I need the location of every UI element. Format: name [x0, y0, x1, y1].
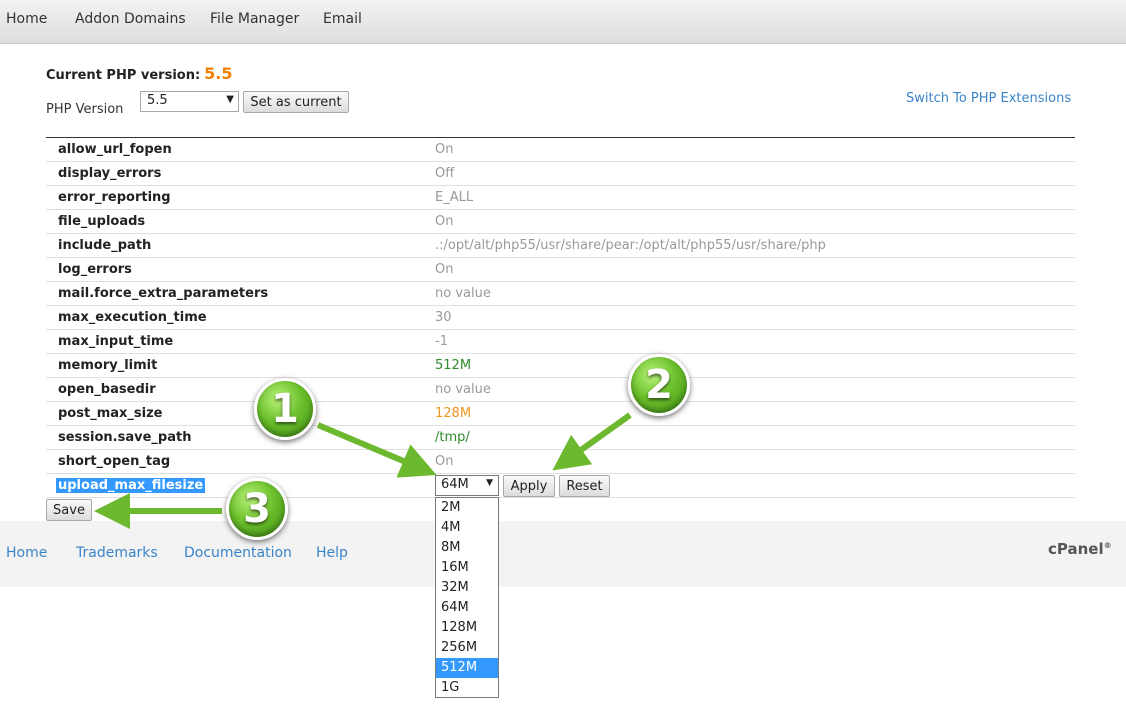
option-row: open_basedir no value — [46, 378, 1075, 402]
dropdown-option-4m[interactable]: 4M — [436, 518, 498, 538]
option-row: max_input_time -1 — [46, 330, 1075, 354]
option-name: include_path — [58, 238, 152, 253]
dropdown-arrow-icon: ▼ — [226, 94, 234, 105]
option-value[interactable]: -1 — [435, 334, 448, 349]
option-row: display_errors Off — [46, 162, 1075, 186]
php-version-label: PHP Version — [46, 102, 124, 117]
callout-number: 1 — [271, 386, 299, 432]
option-row: max_execution_time 30 — [46, 306, 1075, 330]
save-button[interactable]: Save — [46, 499, 92, 521]
dropdown-option-128m[interactable]: 128M — [436, 618, 498, 638]
option-value[interactable]: 128M — [435, 406, 471, 421]
option-row: log_errors On — [46, 258, 1075, 282]
dropdown-option-64m[interactable]: 64M — [436, 598, 498, 618]
footer-trademarks-link[interactable]: Trademarks — [76, 545, 158, 561]
option-name: display_errors — [58, 166, 162, 181]
registered-mark: ® — [1103, 541, 1112, 550]
option-name: memory_limit — [58, 358, 158, 373]
php-options-table: allow_url_fopen On display_errors Off erro… — [46, 137, 1075, 498]
option-name: max_execution_time — [58, 310, 207, 325]
option-value[interactable]: Off — [435, 166, 454, 181]
switch-to-php-extensions-link[interactable]: Switch To PHP Extensions — [906, 91, 1071, 106]
callout-badge-1: 1 — [254, 378, 316, 440]
option-value[interactable]: no value — [435, 286, 491, 301]
dropdown-arrow-icon: ▼ — [486, 478, 493, 488]
apply-button[interactable]: Apply — [503, 475, 555, 497]
option-row: error_reporting E_ALL — [46, 186, 1075, 210]
upload-max-filesize-select[interactable]: 64M ▼ — [435, 475, 499, 496]
footer: Home Trademarks Documentation Help cPane… — [0, 521, 1126, 587]
callout-badge-3: 3 — [226, 478, 288, 540]
option-name: open_basedir — [58, 382, 156, 397]
option-row: memory_limit 512M — [46, 354, 1075, 378]
dropdown-option-512m[interactable]: 512M — [436, 658, 498, 678]
set-as-current-button[interactable]: Set as current — [243, 91, 349, 113]
footer-help-link[interactable]: Help — [316, 545, 348, 561]
php-version-select-value: 5.5 — [147, 93, 168, 108]
option-value[interactable]: E_ALL — [435, 190, 473, 205]
option-row: short_open_tag On — [46, 450, 1075, 474]
callout-number: 3 — [243, 486, 271, 532]
option-value[interactable]: 30 — [435, 310, 452, 325]
option-name: max_input_time — [58, 334, 174, 349]
php-version-select[interactable]: 5.5 ▼ — [140, 91, 239, 112]
dropdown-option-256m[interactable]: 256M — [436, 638, 498, 658]
option-row: allow_url_fopen On — [46, 138, 1075, 162]
option-name: mail.force_extra_parameters — [58, 286, 269, 301]
upload-max-filesize-name: upload_max_filesize — [56, 478, 206, 493]
option-value[interactable]: On — [435, 454, 453, 469]
nav-email[interactable]: Email — [323, 11, 362, 27]
option-row: mail.force_extra_parameters no value — [46, 282, 1075, 306]
option-name: log_errors — [58, 262, 132, 277]
option-row: post_max_size 128M — [46, 402, 1075, 426]
option-value[interactable]: 512M — [435, 358, 471, 373]
dropdown-option-8m[interactable]: 8M — [436, 538, 498, 558]
current-version-label: Current PHP version: — [46, 68, 201, 83]
option-row: session.save_path/tmp/ — [46, 426, 1075, 450]
reset-button[interactable]: Reset — [559, 475, 610, 497]
callout-badge-2: 2 — [628, 354, 690, 416]
current-php-version: Current PHP version: 5.5 — [46, 64, 233, 83]
option-name: short_open_tag — [58, 454, 171, 469]
option-name: file_uploads — [58, 214, 146, 229]
upload-select-value: 64M — [441, 477, 469, 492]
upload-size-dropdown-list: 2M 4M 8M 16M 32M 64M 128M 256M 512M 1G — [435, 497, 499, 698]
nav-home[interactable]: Home — [6, 11, 47, 27]
dropdown-option-16m[interactable]: 16M — [436, 558, 498, 578]
cpanel-logo-text: cPanel — [1048, 540, 1104, 558]
option-value[interactable]: no value — [435, 382, 491, 397]
nav-file-manager[interactable]: File Manager — [210, 11, 299, 27]
option-value[interactable]: .:/opt/alt/php55/usr/share/pear:/opt/alt… — [435, 238, 826, 253]
option-value[interactable]: On — [435, 142, 453, 157]
option-name: allow_url_fopen — [58, 142, 172, 157]
option-value[interactable]: On — [435, 214, 453, 229]
dropdown-option-1g[interactable]: 1G — [436, 678, 498, 698]
option-row: include_path .:/opt/alt/php55/usr/share/p… — [46, 234, 1075, 258]
option-value[interactable]: /tmp/ — [435, 430, 470, 445]
option-value[interactable]: On — [435, 262, 453, 277]
current-version-value: 5.5 — [204, 64, 233, 83]
dropdown-option-2m[interactable]: 2M — [436, 498, 498, 518]
option-name: post_max_size — [58, 406, 163, 421]
cpanel-logo: cPanel® — [1048, 540, 1112, 558]
top-nav: Home Addon Domains File Manager Email — [0, 0, 1126, 44]
option-row: file_uploads On — [46, 210, 1075, 234]
callout-number: 2 — [645, 362, 673, 408]
option-name: session.save_path — [58, 430, 192, 445]
footer-documentation-link[interactable]: Documentation — [184, 545, 292, 561]
option-name: error_reporting — [58, 190, 171, 205]
nav-addon-domains[interactable]: Addon Domains — [75, 11, 186, 27]
footer-home-link[interactable]: Home — [6, 545, 47, 561]
dropdown-option-32m[interactable]: 32M — [436, 578, 498, 598]
